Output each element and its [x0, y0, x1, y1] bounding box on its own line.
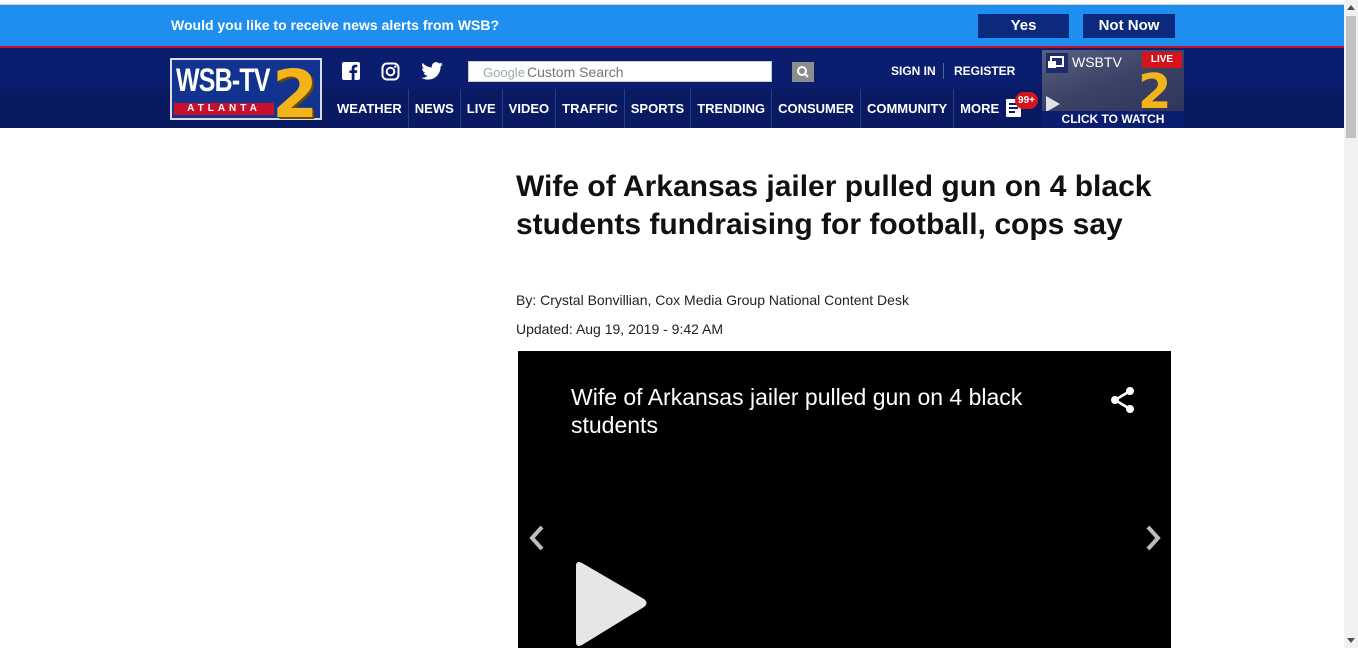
sign-in-link[interactable]: SIGN IN [891, 64, 936, 78]
main-nav: WEATHER NEWS LIVE VIDEO TRAFFIC SPORTS T… [331, 89, 1005, 128]
nav-item-sports[interactable]: SPORTS [625, 89, 692, 128]
nav-item-live[interactable]: LIVE [461, 89, 503, 128]
alert-yes-button[interactable]: Yes [978, 14, 1069, 38]
nav-item-trending[interactable]: TRENDING [691, 89, 773, 128]
notifications-badge: 99+ [1015, 92, 1038, 109]
share-icon[interactable] [1108, 385, 1138, 415]
instagram-icon[interactable] [381, 62, 401, 82]
play-icon [1046, 96, 1060, 112]
logo-number: 2 [272, 56, 318, 133]
register-link[interactable]: REGISTER [954, 64, 1015, 78]
logo-text: WSB-TV [176, 62, 271, 98]
nav-item-news[interactable]: NEWS [409, 89, 461, 128]
page-scrollbar[interactable] [1344, 0, 1358, 648]
article-updated: Updated: Aug 19, 2019 - 9:42 AM [516, 321, 724, 337]
chevron-left-icon[interactable] [526, 521, 550, 555]
scroll-up-arrow-icon[interactable] [1347, 5, 1355, 10]
search-button[interactable] [792, 62, 814, 82]
play-button-icon[interactable] [570, 560, 650, 648]
nav-item-more[interactable]: MORE [954, 89, 1005, 128]
nav-item-weather[interactable]: WEATHER [331, 89, 409, 128]
watch-live-widget[interactable]: WSBTV LIVE 2 CLICK TO WATCH NEWS [1042, 50, 1184, 128]
search-box: Google [468, 61, 772, 82]
popout-icon [1046, 53, 1068, 73]
news-alert-banner: Would you like to receive news alerts fr… [0, 5, 1344, 46]
facebook-icon[interactable] [342, 62, 362, 82]
nav-item-consumer[interactable]: CONSUMER [772, 89, 861, 128]
twitter-icon[interactable] [421, 62, 443, 82]
magnifier-icon [797, 66, 809, 78]
video-player[interactable]: Wife of Arkansas jailer pulled gun on 4 … [518, 351, 1171, 648]
logo-city: ATLANTA [174, 103, 274, 115]
video-title: Wife of Arkansas jailer pulled gun on 4 … [571, 384, 1023, 438]
account-divider [943, 63, 944, 79]
chevron-right-icon[interactable] [1140, 521, 1164, 555]
search-input[interactable] [527, 63, 767, 80]
channel-name: WSBTV [1072, 54, 1122, 70]
scroll-down-arrow-icon[interactable] [1347, 638, 1355, 643]
alert-question: Would you like to receive news alerts fr… [171, 17, 500, 33]
site-header: Google SIGN IN REGISTER WEATHER NEWS LIV… [0, 46, 1344, 133]
wsb-tv-logo[interactable]: WSB-TV ATLANTA 2 [170, 56, 322, 133]
alert-not-now-button[interactable]: Not Now [1083, 14, 1175, 38]
nav-item-community[interactable]: COMMUNITY [861, 89, 955, 128]
scrollbar-thumb[interactable] [1346, 16, 1356, 138]
nav-item-traffic[interactable]: TRAFFIC [556, 89, 625, 128]
google-label: Google [483, 65, 525, 80]
article-headline: Wife of Arkansas jailer pulled gun on 4 … [516, 170, 1152, 241]
nav-item-video[interactable]: VIDEO [503, 89, 557, 128]
watch-news-cta[interactable]: CLICK TO WATCH NEWS [1042, 111, 1184, 128]
article-byline: By: Crystal Bonvillian, Cox Media Group … [516, 292, 909, 308]
